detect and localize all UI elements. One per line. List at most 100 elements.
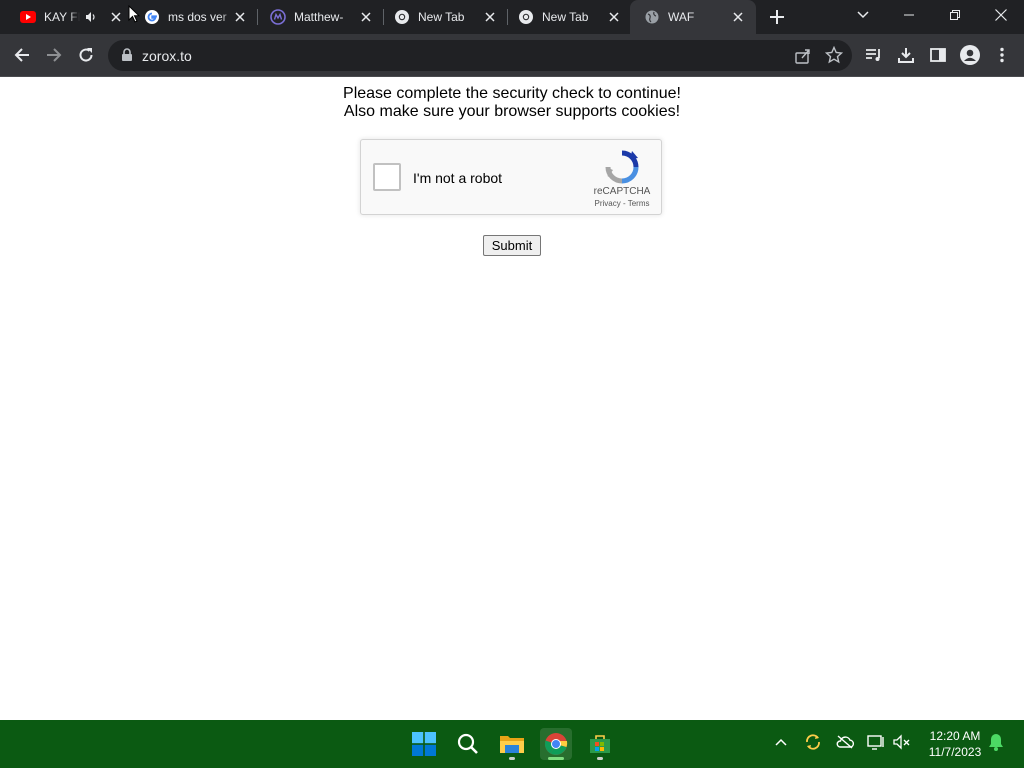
close-icon (995, 9, 1007, 21)
recaptcha-label: I'm not a robot (413, 170, 503, 186)
folder-icon (500, 736, 524, 753)
tab-google[interactable]: ms dos ver (124, 0, 258, 34)
google-icon (144, 9, 160, 25)
youtube-icon (20, 9, 36, 25)
speaker-icon[interactable] (84, 10, 98, 24)
back-button[interactable] (10, 43, 34, 67)
arrow-left-icon (14, 48, 29, 62)
close-tab-icon[interactable] (730, 9, 746, 25)
tab-title: New Tab (418, 10, 465, 24)
globe-icon (644, 9, 660, 25)
windows-logo-icon (412, 732, 436, 756)
matthew-app-icon (270, 9, 286, 25)
recaptcha-logo-icon (605, 150, 639, 184)
minimize-button[interactable] (886, 0, 932, 30)
close-tab-icon[interactable] (108, 9, 124, 25)
notifications-button[interactable] (986, 732, 1006, 752)
tab-title: New Tab (542, 10, 589, 24)
window-controls (886, 0, 1024, 30)
browser-toolbar: zorox.to (0, 34, 1024, 77)
page-content: Please complete the security check to co… (0, 77, 1024, 720)
lock-icon[interactable] (120, 48, 134, 62)
chevron-up-icon (775, 738, 787, 746)
tab-waf[interactable]: WAF (630, 0, 756, 34)
restore-button[interactable] (932, 0, 978, 30)
speaker-muted-icon (893, 734, 910, 750)
profile-button[interactable] (958, 43, 982, 67)
taskbar-clock[interactable]: 12:20 AM 11/7/2023 (918, 728, 992, 760)
network-icon (867, 735, 884, 750)
mouse-cursor-icon (128, 5, 140, 23)
sync-icon (806, 734, 820, 750)
tab-title: Matthew- (294, 10, 344, 24)
plus-icon (770, 10, 784, 24)
tab-matthew[interactable]: Matthew- (250, 0, 384, 34)
security-message-line1: Please complete the security check to co… (343, 85, 681, 102)
recaptcha-checkbox[interactable] (373, 163, 401, 191)
recaptcha-widget: I'm not a robot reCAPTCHA Privacy - Term… (360, 139, 662, 215)
new-tab-button[interactable] (766, 6, 788, 28)
running-indicator (548, 757, 564, 760)
sync-tray-button[interactable] (803, 732, 823, 752)
store-icon (590, 735, 610, 753)
close-window-button[interactable] (978, 0, 1024, 30)
tab-youtube[interactable]: KAY FL (0, 0, 134, 34)
side-panel-icon (930, 48, 946, 62)
minimize-icon (904, 14, 914, 16)
tab-title: KAY FL (44, 10, 80, 24)
security-message: Please complete the security check to co… (0, 85, 1024, 121)
downloads-button[interactable] (894, 43, 918, 67)
reload-icon (79, 48, 93, 62)
volume-tray-button[interactable] (892, 732, 912, 752)
recaptcha-links: Privacy - Terms (587, 199, 657, 208)
network-tray-button[interactable] (866, 732, 886, 752)
taskbar-file-explorer[interactable] (496, 728, 528, 760)
onedrive-tray-button[interactable] (835, 732, 855, 752)
address-bar[interactable]: zorox.to (108, 40, 852, 71)
show-hidden-icons-button[interactable] (771, 732, 791, 752)
cloud-offline-icon (836, 735, 855, 749)
search-button[interactable] (452, 728, 484, 760)
taskbar-chrome[interactable] (540, 728, 572, 760)
restore-icon (950, 10, 960, 20)
running-indicator (597, 757, 603, 760)
avatar-icon (960, 45, 980, 65)
arrow-right-icon (47, 48, 62, 62)
close-tab-icon[interactable] (232, 9, 248, 25)
bookmark-star-icon[interactable] (825, 46, 843, 64)
download-icon (898, 48, 914, 63)
bell-icon (989, 734, 1003, 751)
side-panel-button[interactable] (926, 43, 950, 67)
close-tab-icon[interactable] (606, 9, 622, 25)
recaptcha-privacy-link[interactable]: Privacy (595, 199, 621, 208)
tab-new-tab-2[interactable]: New Tab (498, 0, 632, 34)
media-control-button[interactable] (862, 43, 886, 67)
close-tab-icon[interactable] (358, 9, 374, 25)
playlist-icon (866, 49, 880, 61)
chrome-icon (544, 733, 568, 755)
windows-taskbar: 12:20 AM 11/7/2023 (0, 720, 1024, 768)
taskbar-store[interactable] (584, 728, 616, 760)
tab-new-tab-1[interactable]: New Tab (374, 0, 508, 34)
tab-title: ms dos ver (168, 10, 227, 24)
share-icon[interactable] (794, 47, 812, 65)
clock-date: 11/7/2023 (928, 745, 982, 759)
recaptcha-terms-link[interactable]: Terms (628, 199, 650, 208)
security-message-line2: Also make sure your browser supports coo… (343, 103, 681, 120)
tab-search-button[interactable] (854, 6, 872, 24)
close-tab-icon[interactable] (482, 9, 498, 25)
recaptcha-brand: reCAPTCHA (593, 186, 651, 197)
start-button[interactable] (408, 728, 440, 760)
search-icon (457, 733, 478, 754)
menu-button[interactable] (990, 43, 1014, 67)
chrome-icon (394, 9, 410, 25)
kebab-menu-icon (1000, 47, 1004, 63)
submit-button[interactable]: Submit (483, 235, 541, 256)
url-text[interactable]: zorox.to (142, 48, 192, 64)
running-indicator (509, 757, 515, 760)
reload-button[interactable] (74, 43, 98, 67)
forward-button[interactable] (42, 43, 66, 67)
clock-time: 12:20 AM (929, 729, 981, 743)
recaptcha-links-separator: - (620, 199, 628, 208)
chevron-down-icon (857, 11, 869, 19)
